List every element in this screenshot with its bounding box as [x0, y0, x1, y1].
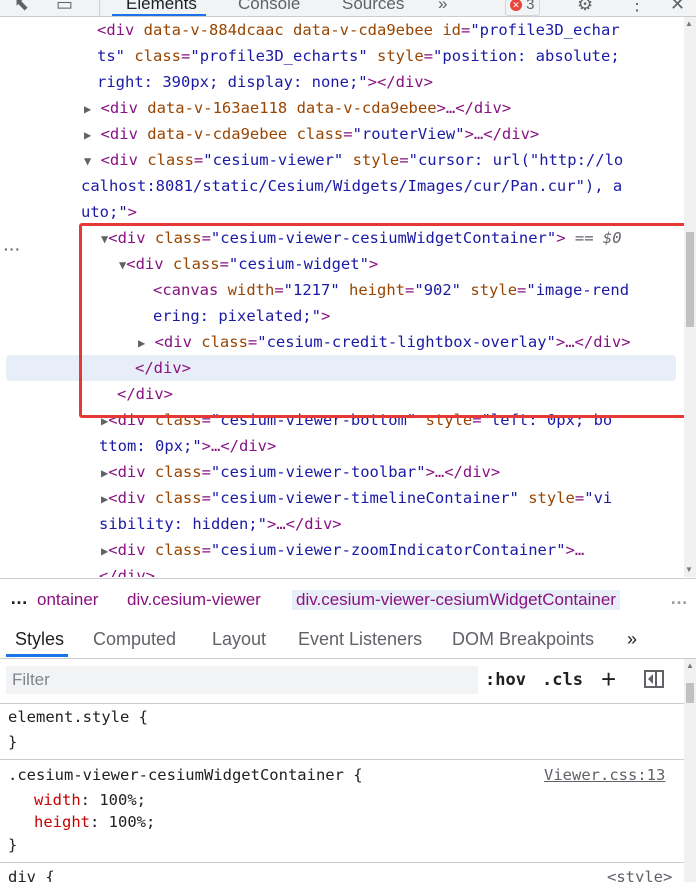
- expand-arrow-icon: ▶: [84, 102, 92, 116]
- scroll-up-icon[interactable]: ▲: [686, 661, 694, 670]
- css-property-name: width: [34, 791, 81, 809]
- active-tab-indicator: [112, 14, 206, 16]
- tab-sources[interactable]: Sources: [342, 0, 404, 14]
- rule-divider: [0, 759, 684, 760]
- dom-line[interactable]: ▶<div class="cesium-viewer-toolbar">…</d…: [101, 459, 500, 485]
- element-style-selector[interactable]: element.style {: [8, 706, 148, 728]
- scroll-up-icon[interactable]: ▲: [685, 19, 693, 28]
- hover-state-toggle[interactable]: :hov: [485, 670, 526, 690]
- scrollbar-thumb[interactable]: [686, 683, 694, 703]
- highlight-annotation-box: [79, 223, 684, 418]
- node-actions-dots[interactable]: ···: [4, 241, 21, 257]
- css-property-value: 100%;: [108, 813, 156, 831]
- dom-line[interactable]: sibility: hidden;">…</div>: [99, 511, 342, 537]
- styles-pane-tabs: Styles Computed Layout Event Listeners D…: [0, 621, 696, 659]
- more-tabs-button[interactable]: »: [627, 629, 637, 650]
- tab-dom-breakpoints[interactable]: DOM Breakpoints: [452, 629, 594, 650]
- div-rule-selector[interactable]: div {: [8, 866, 55, 882]
- tab-elements[interactable]: Elements: [126, 0, 197, 14]
- dom-line[interactable]: ▶ <div data-v-163ae118 data-v-cda9ebee>……: [84, 95, 511, 121]
- error-count-badge[interactable]: ✕ 3: [505, 0, 540, 16]
- scroll-down-icon[interactable]: ▼: [685, 565, 693, 574]
- tab-console[interactable]: Console: [238, 0, 300, 14]
- error-icon: ✕: [510, 0, 522, 11]
- css-property-value: 100%;: [99, 791, 147, 809]
- styles-filter-bar: :hov .cls +: [0, 659, 684, 704]
- close-icon[interactable]: ✕: [670, 0, 685, 15]
- gear-icon[interactable]: ⚙: [577, 0, 593, 15]
- inspect-icon[interactable]: ⬉: [14, 0, 29, 15]
- dom-line[interactable]: ttom: 0px;">…</div>: [99, 433, 276, 459]
- rule-close-brace: }: [8, 836, 18, 854]
- rule-selector[interactable]: .cesium-viewer-cesiumWidgetContainer {: [8, 764, 363, 786]
- css-property-name: height: [34, 813, 90, 831]
- dom-scrollbar[interactable]: ▲ ▼: [684, 17, 696, 577]
- dom-line[interactable]: ▶<div class="cesium-viewer-timelineConta…: [101, 485, 612, 511]
- dom-line[interactable]: ▶<div class="cesium-viewer-zoomIndicator…: [101, 537, 584, 563]
- styles-scrollbar[interactable]: ▲: [684, 659, 696, 882]
- dom-line[interactable]: <div data-v-884dcaac data-v-cda9ebee id=…: [97, 17, 620, 43]
- devtools-tab-bar: ⬉ ▭ Elements Console Sources » ✕ 3 ⚙ ⋮ ✕: [0, 0, 696, 17]
- breadcrumb-item[interactable]: ontainer: [37, 590, 98, 610]
- dom-line[interactable]: ts" class="profile3D_echarts" style="pos…: [97, 43, 620, 69]
- kebab-menu-icon[interactable]: ⋮: [628, 0, 646, 15]
- breadcrumb-overflow[interactable]: …: [10, 588, 28, 609]
- scrollbar-thumb[interactable]: [686, 232, 694, 327]
- new-style-rule-button[interactable]: +: [601, 664, 616, 695]
- more-tabs-button[interactable]: »: [438, 0, 447, 14]
- tab-divider: [99, 0, 100, 16]
- rule-source-link[interactable]: Viewer.css:13: [544, 764, 665, 786]
- dom-line[interactable]: calhost:8081/static/Cesium/Widgets/Image…: [81, 173, 622, 199]
- rule-source-link[interactable]: <style>: [607, 866, 672, 882]
- class-toggle[interactable]: .cls: [542, 670, 583, 690]
- tab-layout[interactable]: Layout: [212, 629, 266, 650]
- toggle-sidebar-icon[interactable]: [644, 670, 664, 688]
- active-tab-indicator: [6, 654, 68, 657]
- css-property-row[interactable]: height: 100%;: [34, 811, 155, 833]
- styles-rules: element.style { } .cesium-viewer-cesiumW…: [0, 704, 684, 882]
- breadcrumb-item-selected[interactable]: div.cesium-viewer-cesiumWidgetContainer: [292, 590, 620, 610]
- expand-arrow-icon: ▶: [84, 128, 92, 142]
- dom-line[interactable]: ▼ <div class="cesium-viewer" style="curs…: [84, 147, 623, 173]
- collapse-arrow-icon: ▼: [84, 154, 92, 168]
- rule-divider: [0, 862, 684, 863]
- breadcrumb: … ontainer div.cesium-viewer div.cesium-…: [0, 578, 696, 622]
- filter-input[interactable]: [6, 666, 478, 694]
- dom-line[interactable]: right: 390px; display: none;"></div>: [97, 69, 433, 95]
- dom-line[interactable]: uto;">: [81, 199, 137, 225]
- dom-line[interactable]: </div>: [99, 563, 155, 577]
- tab-styles[interactable]: Styles: [15, 629, 64, 650]
- rule-close-brace: }: [8, 733, 18, 751]
- dom-line[interactable]: ▶ <div data-v-cda9ebee class="routerView…: [84, 121, 539, 147]
- breadcrumb-item[interactable]: div.cesium-viewer: [127, 590, 261, 610]
- dom-tree[interactable]: ··· <div data-v-884dcaac data-v-cda9ebee…: [0, 17, 684, 577]
- tab-computed[interactable]: Computed: [93, 629, 176, 650]
- tab-event-listeners[interactable]: Event Listeners: [298, 629, 422, 650]
- device-toggle-icon[interactable]: ▭: [56, 0, 73, 15]
- css-property-row[interactable]: width: 100%;: [34, 789, 146, 811]
- error-count: 3: [526, 0, 535, 13]
- breadcrumb-more[interactable]: …: [670, 588, 688, 609]
